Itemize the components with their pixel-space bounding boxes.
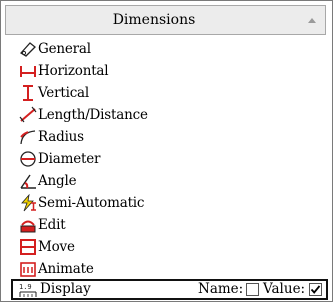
length-distance-icon (19, 106, 37, 124)
display-label: Display (40, 281, 91, 297)
tool-horizontal[interactable]: Horizontal (19, 61, 309, 81)
display-options-row: 1.9 Display Name: Value: (11, 279, 328, 300)
tool-label: Angle (38, 173, 77, 189)
tool-vertical[interactable]: Vertical (19, 83, 309, 103)
tool-general[interactable]: General (19, 39, 309, 59)
tool-animate[interactable]: Animate (19, 259, 309, 279)
value-checkbox[interactable] (309, 283, 322, 296)
tool-angle[interactable]: Angle (19, 171, 309, 191)
name-checkbox[interactable] (246, 283, 259, 296)
general-dimension-icon (19, 40, 37, 58)
tool-length-distance[interactable]: Length/Distance (19, 105, 309, 125)
vertical-dimension-icon (19, 84, 37, 102)
tool-move[interactable]: Move (19, 237, 309, 257)
tool-label: Move (38, 239, 75, 255)
angle-icon (19, 172, 37, 190)
tool-semi-automatic[interactable]: Semi-Automatic (19, 193, 309, 213)
collapse-button[interactable] (303, 11, 321, 29)
value-label: Value: (263, 281, 306, 297)
tool-label: Radius (38, 129, 84, 145)
tool-label: Length/Distance (38, 107, 148, 123)
move-dimension-icon (19, 238, 37, 256)
diameter-icon (19, 150, 37, 168)
tool-label: Diameter (38, 151, 101, 167)
display-icon: 1.9 (19, 282, 37, 298)
animate-icon (19, 260, 37, 278)
tool-label: Horizontal (38, 63, 109, 79)
tool-edit[interactable]: Edit (19, 215, 309, 235)
edit-dimension-icon (19, 216, 37, 234)
tool-label: Vertical (38, 85, 90, 101)
tool-label: Semi-Automatic (38, 195, 145, 211)
svg-text:1.9: 1.9 (19, 283, 32, 291)
tool-diameter[interactable]: Diameter (19, 149, 309, 169)
tool-label: General (38, 41, 91, 57)
tool-label: Edit (38, 217, 66, 233)
panel-header: Dimensions (5, 5, 326, 35)
name-label: Name: (198, 281, 244, 297)
horizontal-dimension-icon (19, 62, 37, 80)
semi-automatic-icon (19, 194, 37, 212)
checkmark-icon (310, 285, 321, 294)
dimensions-panel: Dimensions General Horizontal Vertical L… (0, 0, 333, 302)
tool-radius[interactable]: Radius (19, 127, 309, 147)
radius-icon (19, 128, 37, 146)
panel-title: Dimensions (112, 12, 196, 28)
tool-label: Animate (38, 261, 94, 277)
triangle-up-icon (308, 18, 316, 23)
